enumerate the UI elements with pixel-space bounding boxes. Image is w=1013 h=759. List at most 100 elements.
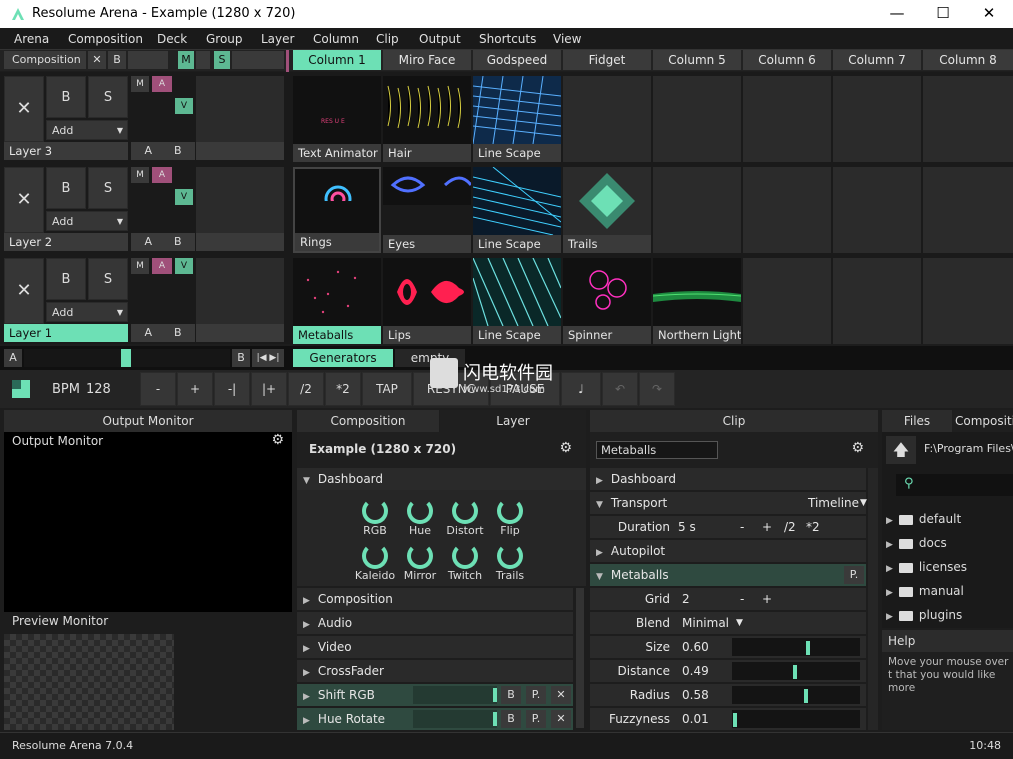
clip-slot-empty[interactable] (653, 167, 741, 253)
section-composition[interactable]: ▶ Composition (297, 588, 573, 610)
column-header-7[interactable]: Column 7 (833, 50, 921, 70)
tab-composition[interactable]: Composition (297, 410, 439, 432)
clip-lips[interactable]: Lips (383, 258, 471, 344)
layer-1-a-button[interactable]: A (152, 258, 172, 274)
layer-3-ab[interactable]: AB (131, 142, 195, 160)
grid-minus-button[interactable]: - (740, 588, 744, 610)
crossfader-track[interactable] (24, 349, 230, 367)
layer-1-v-button[interactable]: V (175, 258, 193, 274)
clip-spinner[interactable]: Spinner (563, 258, 651, 344)
layer-1-name[interactable]: Layer 1 (4, 324, 128, 342)
layer-1-solo-button[interactable]: S (88, 258, 128, 300)
menu-layer[interactable]: Layer (261, 32, 294, 46)
bpm-half-button[interactable]: /2 (288, 372, 324, 406)
param-slider-handle[interactable] (793, 665, 797, 679)
clip-line-scape-1[interactable]: Line Scape (473, 258, 561, 344)
param-slider-handle[interactable] (733, 713, 737, 727)
param-slider[interactable] (732, 638, 860, 656)
tab-files[interactable]: Files (882, 410, 952, 432)
menu-arena[interactable]: Arena (14, 32, 49, 46)
folder-item[interactable]: ▶ licenses (882, 556, 1013, 578)
layer-1-clear-button[interactable]: ✕ (4, 258, 44, 324)
timeline-dropdown[interactable]: Timeline (808, 492, 859, 514)
column-header-6[interactable]: Column 6 (743, 50, 831, 70)
up-arrow-icon[interactable]: 🡅 (886, 436, 916, 464)
knob-twitch[interactable] (452, 543, 478, 569)
layer-3-add-dropdown[interactable]: Add ▼ (46, 120, 128, 140)
layer-1-ab-b[interactable]: B (174, 326, 182, 339)
effect-bypass-button[interactable]: B (501, 710, 521, 728)
composition-bypass-button[interactable]: B (108, 51, 126, 69)
knob-kaleido[interactable] (362, 543, 388, 569)
duration-plus-button[interactable]: + (762, 516, 772, 538)
nudge-minus-button[interactable]: -| (214, 372, 250, 406)
clip-slot-empty[interactable] (833, 76, 921, 162)
clip-panel-scrollbar[interactable] (868, 468, 878, 730)
section-video[interactable]: ▶ Video (297, 636, 573, 658)
menu-composition[interactable]: Composition (68, 32, 143, 46)
param-value[interactable]: 0.60 (682, 636, 709, 658)
effect-opacity-slider[interactable] (413, 686, 497, 704)
layer-2-v-button[interactable]: V (175, 189, 193, 205)
output-monitor-header[interactable]: Output Monitor (4, 410, 292, 432)
duration-minus-button[interactable]: - (740, 516, 744, 538)
duration-value[interactable]: 5 s (678, 516, 696, 538)
redo-icon[interactable]: ↷ (639, 372, 675, 406)
param-slider[interactable] (732, 662, 860, 680)
clip-section-transport[interactable]: ▼ Transport Timeline ▼ (590, 492, 867, 514)
folder-item[interactable]: ▶ docs (882, 532, 1013, 554)
menu-column[interactable]: Column (313, 32, 359, 46)
tab-compositions[interactable]: Compositio (952, 410, 1013, 432)
clip-hair[interactable]: Hair (383, 76, 471, 162)
bpm-plus-button[interactable]: + (177, 372, 213, 406)
clip-slot-empty[interactable] (653, 76, 741, 162)
maximize-button[interactable]: ☐ (920, 0, 966, 28)
param-slider[interactable] (732, 686, 860, 704)
blend-dropdown[interactable]: Minimal (682, 612, 729, 634)
undo-icon[interactable]: ↶ (602, 372, 638, 406)
clip-slot-empty[interactable] (833, 258, 921, 344)
clip-slot-empty[interactable] (563, 76, 651, 162)
composition-label[interactable]: Composition (4, 51, 86, 69)
knob-distort[interactable] (452, 498, 478, 524)
layer-1-add-dropdown[interactable]: Add ▼ (46, 302, 128, 322)
layer-2-ab-a[interactable]: A (144, 235, 152, 248)
bpm-minus-button[interactable]: - (140, 372, 176, 406)
layer-3-solo-button[interactable]: S (88, 76, 128, 118)
column-header-2[interactable]: Miro Face (383, 50, 471, 70)
menu-group[interactable]: Group (206, 32, 243, 46)
clip-slot-empty[interactable] (833, 167, 921, 253)
layer-3-name[interactable]: Layer 3 (4, 142, 128, 160)
duration-half-button[interactable]: /2 (784, 516, 796, 538)
clip-eyes[interactable]: Eyes (383, 167, 471, 253)
effect-preset-button[interactable]: P. (526, 710, 546, 728)
crossfader-jump-icon[interactable]: |◀ ▶| (252, 349, 284, 367)
clip-panel-header[interactable]: Clip (590, 410, 878, 432)
layer-1-mute-button[interactable]: M (131, 258, 149, 274)
metaballs-preset-button[interactable]: P. (844, 566, 864, 584)
composition-solo-button[interactable]: S (214, 51, 230, 69)
knob-rgb[interactable] (362, 498, 388, 524)
layer-2-name[interactable]: Layer 2 (4, 233, 128, 251)
column-header-3[interactable]: Godspeed (473, 50, 561, 70)
folder-item[interactable]: ▶ default (882, 508, 1013, 530)
layer-3-ab-b[interactable]: B (174, 144, 182, 157)
files-search-input[interactable]: ⚲ (896, 474, 1013, 496)
clip-slot-empty[interactable] (743, 76, 831, 162)
effect-preset-button[interactable]: P. (526, 686, 546, 704)
crossfader-handle[interactable] (121, 349, 131, 367)
gear-icon[interactable]: ⚙ (851, 440, 864, 456)
effect-remove-button[interactable]: ✕ (551, 710, 571, 728)
column-header-8[interactable]: Column 8 (923, 50, 1013, 70)
gear-icon[interactable]: ⚙ (271, 432, 284, 448)
layer-3-v-button[interactable]: V (175, 98, 193, 114)
nudge-plus-button[interactable]: |+ (251, 372, 287, 406)
clip-line-scape-2[interactable]: Line Scape (473, 167, 561, 253)
layer-3-clear-button[interactable]: ✕ (4, 76, 44, 142)
bpm-value[interactable]: 128 (86, 382, 111, 397)
clip-slot-empty[interactable] (743, 258, 831, 344)
layer-2-mute-button[interactable]: M (131, 167, 149, 183)
minimize-button[interactable]: — (874, 0, 920, 28)
layer-2-clear-button[interactable]: ✕ (4, 167, 44, 233)
layer-1-bypass-button[interactable]: B (46, 258, 86, 300)
